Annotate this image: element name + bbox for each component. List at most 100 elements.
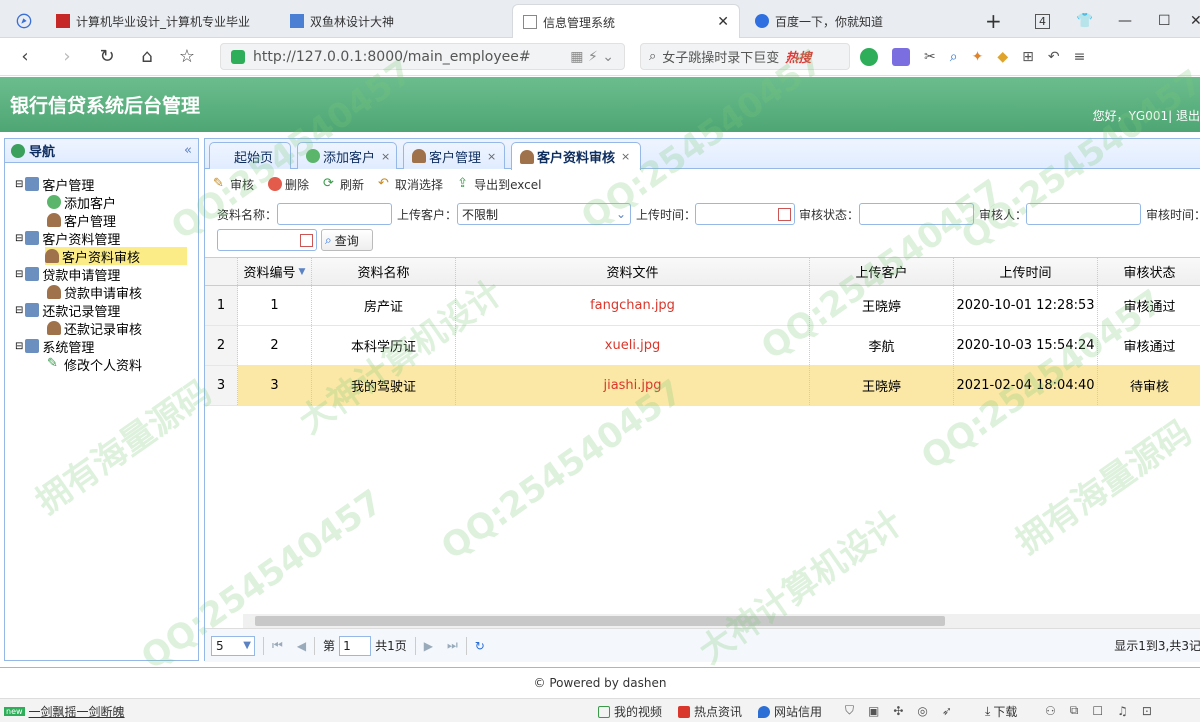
filter-upload-time-input[interactable] <box>695 203 795 225</box>
browser-tab-4[interactable]: 百度一下，你就知道 <box>745 4 965 38</box>
status-video[interactable]: 我的视频 <box>598 703 662 720</box>
shirt-icon[interactable]: 👕 <box>1066 4 1092 38</box>
browser-search-box[interactable]: ⌕ 女子跳操时录下巨变 热搜 <box>640 43 850 70</box>
translate-icon[interactable] <box>892 48 910 66</box>
calendar-icon[interactable] <box>300 233 313 247</box>
user-info[interactable]: 您好，YG001| 退出 <box>1093 107 1200 124</box>
volume-icon[interactable]: ♫ <box>1117 704 1128 718</box>
tree-toggle-icon[interactable]: ⊟ <box>15 179 23 190</box>
column-header[interactable]: 上传时间 <box>954 258 1098 285</box>
qr-icon[interactable]: ▦ ⚡ ⌄ <box>570 49 614 65</box>
reload-icon[interactable]: ↻ <box>96 46 118 68</box>
shield-icon[interactable]: ⛉ <box>845 703 854 718</box>
tree-node-customer[interactable]: ⊟ 客户管理 <box>15 175 94 194</box>
chevron-down-icon[interactable]: ⌄ <box>616 207 626 221</box>
game-icon[interactable]: ✦ <box>972 49 984 65</box>
star-icon[interactable]: ☆ <box>176 46 198 68</box>
filter-auditor-input[interactable] <box>1026 203 1141 225</box>
filter-name-input[interactable] <box>277 203 392 225</box>
image-icon[interactable]: ▣ <box>868 704 879 718</box>
game-icon[interactable]: ⚇ <box>1045 704 1056 718</box>
delete-button[interactable]: 删除 <box>268 176 309 193</box>
address-bar[interactable]: http://127.0.0.1:8000/main_employee# ▦ ⚡… <box>220 43 625 70</box>
home-icon[interactable]: ⌂ <box>136 46 158 68</box>
tab-customer-manage[interactable]: 客户管理 × <box>403 142 505 169</box>
prev-page-icon[interactable]: ◀ <box>297 639 306 653</box>
tree-node-repay-audit[interactable]: 还款记录审核 <box>47 319 142 338</box>
browser-tab-1[interactable]: 计算机毕业设计_计算机专业毕业 <box>46 4 286 38</box>
refresh-button[interactable]: ⟳ 刷新 <box>323 176 364 193</box>
tree-node-loan[interactable]: ⊟ 贷款申请管理 <box>15 265 120 284</box>
tree-node-loan-audit[interactable]: 贷款申请审核 <box>47 283 142 302</box>
browser-home-icon[interactable] <box>6 4 42 38</box>
browser-tab-3-active[interactable]: 信息管理系统 ✕ <box>512 4 740 39</box>
window-icon[interactable]: ☐ <box>1092 704 1103 718</box>
tree-toggle-icon[interactable]: ⊟ <box>15 269 23 280</box>
tree-node-customer-docs-audit[interactable]: 客户资料审核 <box>45 247 187 266</box>
page-number-input[interactable]: 1 <box>339 635 372 656</box>
close-tab-icon[interactable]: × <box>621 150 630 163</box>
browser-tab-2[interactable]: 双鱼林设计大神 <box>280 4 510 38</box>
table-row[interactable]: 2 2 本科学历证 xueli.jpg 李航 2020-10-03 15:54:… <box>205 326 1200 366</box>
extension-icon[interactable] <box>860 48 878 66</box>
zoom-icon[interactable]: ⊡ <box>1142 704 1152 718</box>
column-header[interactable]: 资料文件 <box>456 258 810 285</box>
cell-file-link[interactable]: jiashi.jpg <box>456 366 810 405</box>
extension-icon[interactable]: ✣ <box>893 704 903 718</box>
column-header[interactable]: 审核状态 <box>1098 258 1200 285</box>
rocket-icon[interactable]: ➶ <box>942 704 952 718</box>
table-row-selected[interactable]: 3 3 我的驾驶证 jiashi.jpg 王晓婷 2021-02-04 18:0… <box>205 366 1200 406</box>
tree-node-customer-manage[interactable]: 客户管理 <box>47 211 116 230</box>
close-window-icon[interactable]: ✕ <box>1180 4 1200 38</box>
close-tab-icon[interactable]: × <box>381 150 390 163</box>
sync-icon[interactable]: ◎ <box>917 704 927 718</box>
audit-button[interactable]: ✎ 审核 <box>213 176 254 193</box>
tab-home[interactable]: 起始页 <box>209 142 291 169</box>
chevron-down-icon[interactable]: ▼ <box>243 640 251 651</box>
shield-icon[interactable]: ◆ <box>997 49 1008 65</box>
column-header[interactable]: 上传客户 <box>810 258 954 285</box>
tab-add-customer[interactable]: 添加客户 × <box>297 142 397 169</box>
scissors-icon[interactable]: ✂ <box>924 49 936 65</box>
grid-icon[interactable]: ⊞ <box>1022 49 1034 65</box>
tree-node-system[interactable]: ⊟ 系统管理 <box>15 337 94 356</box>
cell-file-link[interactable]: fangchan.jpg <box>456 286 810 325</box>
magnifier-icon[interactable]: ⌕ <box>950 49 958 65</box>
first-page-icon[interactable]: ⏮ <box>272 638 283 653</box>
reload-icon[interactable]: ↻ <box>475 639 485 653</box>
forward-icon[interactable]: › <box>56 46 78 68</box>
status-news[interactable]: 热点资讯 <box>678 703 742 720</box>
export-excel-button[interactable]: ⇪ 导出到excel <box>457 176 541 193</box>
tree-node-customer-docs[interactable]: ⊟ 客户资料管理 <box>15 229 120 248</box>
cancel-select-button[interactable]: ↶ 取消选择 <box>378 176 443 193</box>
status-download[interactable]: ⤓ 下载 <box>985 703 1017 720</box>
tree-node-repay[interactable]: ⊟ 还款记录管理 <box>15 301 120 320</box>
close-tab-icon[interactable]: ✕ <box>717 14 729 30</box>
collapse-icon[interactable]: « <box>184 143 192 158</box>
copy-icon[interactable]: ⧉ <box>1070 703 1079 718</box>
tab-customer-docs-audit[interactable]: 客户资料审核 × <box>511 142 641 170</box>
query-button[interactable]: ⌕ 查询 <box>321 229 373 251</box>
scrollbar-thumb[interactable] <box>255 616 945 626</box>
tree-toggle-icon[interactable]: ⊟ <box>15 341 23 352</box>
status-credit[interactable]: 网站信用 <box>758 703 822 720</box>
last-page-icon[interactable]: ⏭ <box>447 638 458 653</box>
calendar-icon[interactable] <box>778 207 791 221</box>
next-page-icon[interactable]: ▶ <box>424 639 433 653</box>
back-icon[interactable]: ‹ <box>14 46 36 68</box>
tab-count-badge[interactable]: 4 <box>1025 4 1051 38</box>
tree-toggle-icon[interactable]: ⊟ <box>15 233 23 244</box>
page-size-select[interactable]: 5 ▼ <box>211 635 255 656</box>
maximize-icon[interactable]: ☐ <box>1148 4 1174 38</box>
close-tab-icon[interactable]: × <box>487 150 496 163</box>
filter-status-input[interactable] <box>859 203 974 225</box>
new-tab-button[interactable]: + <box>975 4 1005 38</box>
menu-icon[interactable]: ≡ <box>1074 49 1086 65</box>
minimize-icon[interactable]: — <box>1108 4 1134 38</box>
tree-node-add-customer[interactable]: 添加客户 <box>47 193 116 212</box>
status-left[interactable]: new 一剑飘摇一剑断魄 <box>4 703 125 720</box>
cell-file-link[interactable]: xueli.jpg <box>456 326 810 365</box>
table-row[interactable]: 1 1 房产证 fangchan.jpg 王晓婷 2020-10-01 12:2… <box>205 286 1200 326</box>
tree-toggle-icon[interactable]: ⊟ <box>15 305 23 316</box>
column-header[interactable]: 资料编号 ▼ <box>238 258 312 285</box>
